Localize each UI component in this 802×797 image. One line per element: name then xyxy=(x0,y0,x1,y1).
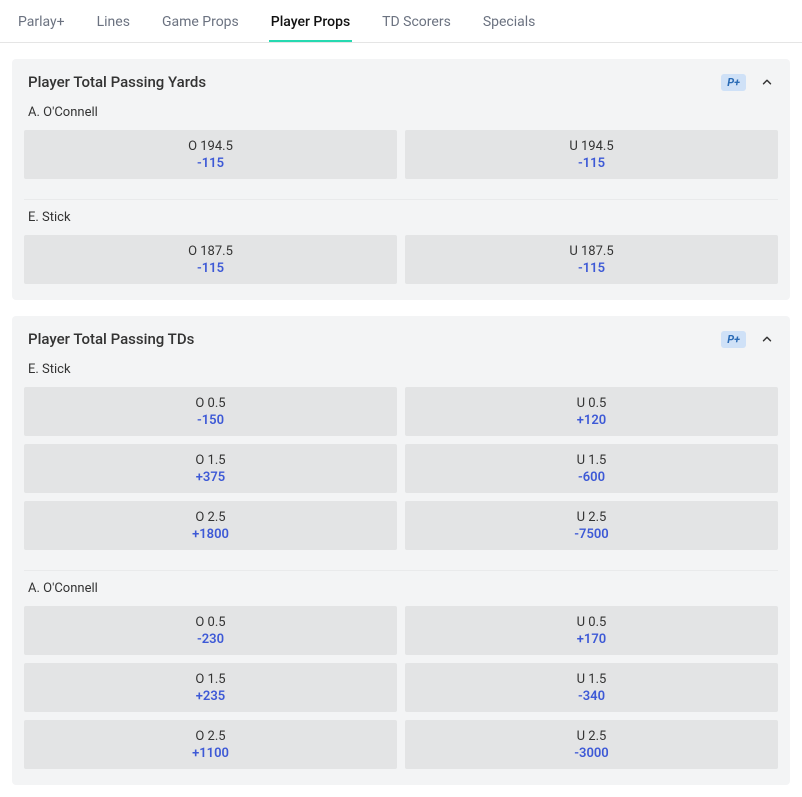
under-odds: -115 xyxy=(405,261,778,276)
under-odds: -340 xyxy=(405,689,778,704)
under-odds: -600 xyxy=(405,470,778,485)
player-name: E. Stick xyxy=(24,204,778,235)
player-block: E. Stick O 0.5 -150 U 0.5 +120 O 1.5 +375 U 1.5… xyxy=(12,356,790,566)
tab-label: TD Scorers xyxy=(382,14,451,30)
odds-row: O 2.5 +1100 U 2.5 -3000 xyxy=(24,720,778,769)
over-odds-button[interactable]: O 0.5 -150 xyxy=(24,387,397,436)
over-odds: +235 xyxy=(24,689,397,704)
parlay-plus-badge: P+ xyxy=(721,74,746,91)
odds-row: O 194.5 -115 U 194.5 -115 xyxy=(24,130,778,179)
over-line: O 0.5 xyxy=(24,396,397,411)
tab-specials[interactable]: Specials xyxy=(481,8,538,42)
odds-row: O 187.5 -115 U 187.5 -115 xyxy=(24,235,778,284)
tab-label: Parlay+ xyxy=(18,14,65,30)
parlay-plus-badge: P+ xyxy=(721,331,746,348)
under-line: U 2.5 xyxy=(405,729,778,744)
under-line: U 0.5 xyxy=(405,615,778,630)
section-header-right: P+ xyxy=(721,74,774,91)
over-odds-button[interactable]: O 2.5 +1800 xyxy=(24,501,397,550)
over-odds-button[interactable]: O 2.5 +1100 xyxy=(24,720,397,769)
over-odds: -150 xyxy=(24,413,397,428)
tab-td-scorers[interactable]: TD Scorers xyxy=(380,8,453,42)
tab-label: Game Props xyxy=(162,14,239,30)
under-odds: +170 xyxy=(405,632,778,647)
over-line: O 2.5 xyxy=(24,729,397,744)
section: Player Total Passing Yards P+ A. O'Connell… xyxy=(12,59,790,300)
over-odds: +1100 xyxy=(24,746,397,761)
player-name: E. Stick xyxy=(24,356,778,387)
over-odds: -115 xyxy=(24,261,397,276)
under-line: U 0.5 xyxy=(405,396,778,411)
over-line: O 1.5 xyxy=(24,672,397,687)
over-line: O 2.5 xyxy=(24,510,397,525)
under-line: U 1.5 xyxy=(405,672,778,687)
under-odds-button[interactable]: U 0.5 +170 xyxy=(405,606,778,655)
over-odds-button[interactable]: O 194.5 -115 xyxy=(24,130,397,179)
player-name: A. O'Connell xyxy=(24,575,778,606)
over-line: O 187.5 xyxy=(24,244,397,259)
over-odds-button[interactable]: O 0.5 -230 xyxy=(24,606,397,655)
under-line: U 2.5 xyxy=(405,510,778,525)
tab-lines[interactable]: Lines xyxy=(95,8,132,42)
over-odds-button[interactable]: O 187.5 -115 xyxy=(24,235,397,284)
over-odds-button[interactable]: O 1.5 +375 xyxy=(24,444,397,493)
over-line: O 1.5 xyxy=(24,453,397,468)
under-odds: -3000 xyxy=(405,746,778,761)
over-odds: -230 xyxy=(24,632,397,647)
tab-label: Specials xyxy=(483,14,536,30)
tab-label: Lines xyxy=(97,14,130,30)
over-line: O 0.5 xyxy=(24,615,397,630)
under-odds-button[interactable]: U 2.5 -3000 xyxy=(405,720,778,769)
under-odds: -115 xyxy=(405,156,778,171)
tab-label: Player Props xyxy=(271,14,350,30)
under-odds: +120 xyxy=(405,413,778,428)
under-odds-button[interactable]: U 2.5 -7500 xyxy=(405,501,778,550)
player-block: A. O'Connell O 0.5 -230 U 0.5 +170 O 1.5 +235 U… xyxy=(12,575,790,785)
tab-player-props[interactable]: Player Props xyxy=(269,8,352,42)
player-name: A. O'Connell xyxy=(24,99,778,130)
under-line: U 187.5 xyxy=(405,244,778,259)
over-odds: -115 xyxy=(24,156,397,171)
under-odds-button[interactable]: U 1.5 -600 xyxy=(405,444,778,493)
divider xyxy=(24,570,778,571)
under-odds-button[interactable]: U 194.5 -115 xyxy=(405,130,778,179)
tab-parlay-[interactable]: Parlay+ xyxy=(16,8,67,42)
section-title: Player Total Passing Yards xyxy=(28,73,206,91)
odds-row: O 1.5 +235 U 1.5 -340 xyxy=(24,663,778,712)
over-odds-button[interactable]: O 1.5 +235 xyxy=(24,663,397,712)
tabs-bar: Parlay+ Lines Game Props Player Props TD Sco… xyxy=(0,0,802,43)
player-block: A. O'Connell O 194.5 -115 U 194.5 -115 xyxy=(12,99,790,195)
under-odds-button[interactable]: U 1.5 -340 xyxy=(405,663,778,712)
chevron-up-icon[interactable] xyxy=(760,75,774,89)
under-odds-button[interactable]: U 187.5 -115 xyxy=(405,235,778,284)
over-odds: +375 xyxy=(24,470,397,485)
over-line: O 194.5 xyxy=(24,139,397,154)
tab-game-props[interactable]: Game Props xyxy=(160,8,241,42)
over-odds: +1800 xyxy=(24,527,397,542)
section: Player Total Passing TDs P+ E. Stick O 0.5 -… xyxy=(12,316,790,785)
odds-row: O 0.5 -230 U 0.5 +170 xyxy=(24,606,778,655)
odds-row: O 1.5 +375 U 1.5 -600 xyxy=(24,444,778,493)
section-header[interactable]: Player Total Passing TDs P+ xyxy=(12,316,790,356)
section-header-right: P+ xyxy=(721,331,774,348)
odds-row: O 0.5 -150 U 0.5 +120 xyxy=(24,387,778,436)
under-line: U 1.5 xyxy=(405,453,778,468)
section-title: Player Total Passing TDs xyxy=(28,330,194,348)
player-block: E. Stick O 187.5 -115 U 187.5 -115 xyxy=(12,204,790,300)
divider xyxy=(24,199,778,200)
chevron-up-icon[interactable] xyxy=(760,332,774,346)
under-odds-button[interactable]: U 0.5 +120 xyxy=(405,387,778,436)
under-line: U 194.5 xyxy=(405,139,778,154)
odds-row: O 2.5 +1800 U 2.5 -7500 xyxy=(24,501,778,550)
under-odds: -7500 xyxy=(405,527,778,542)
section-header[interactable]: Player Total Passing Yards P+ xyxy=(12,59,790,99)
